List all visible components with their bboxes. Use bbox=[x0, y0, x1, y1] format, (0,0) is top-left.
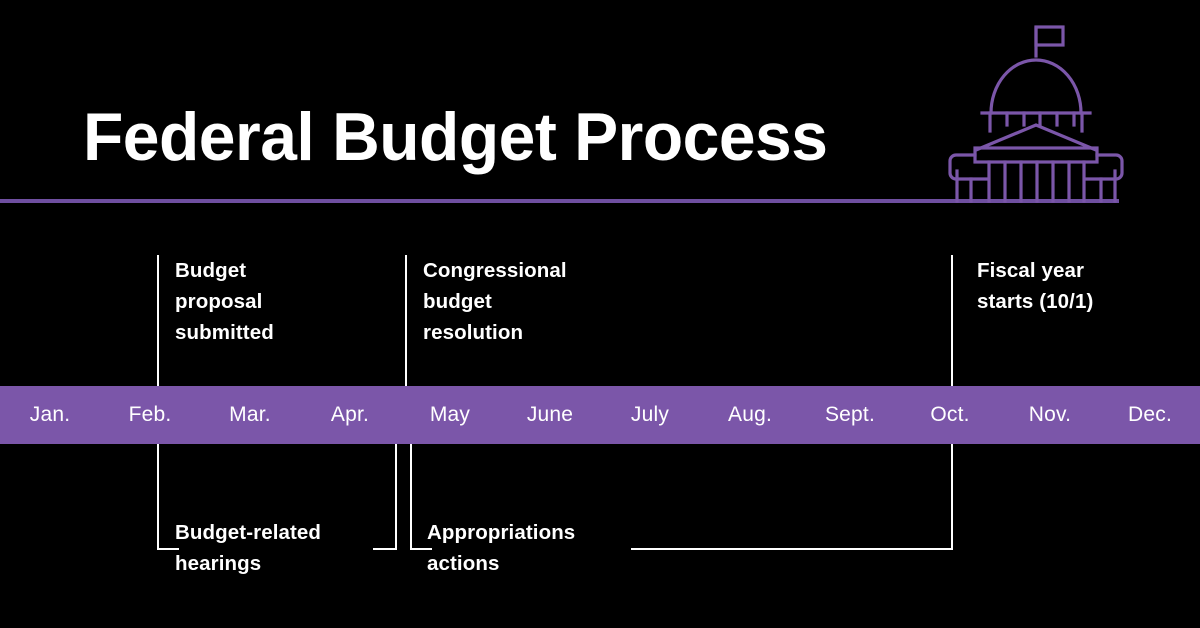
timeline-month-bar: Jan. Feb. Mar. Apr. May June July Aug. S… bbox=[0, 386, 1200, 444]
bracket-foot-right-budget-hearings bbox=[373, 548, 397, 550]
bracket-left-budget-hearings bbox=[157, 444, 159, 550]
month-cell-feb: Feb. bbox=[128, 403, 172, 426]
callout-appropriations-actions: Appropriations actions bbox=[427, 517, 575, 579]
callout-line-1: Congressional bbox=[423, 259, 567, 282]
bracket-base-appropriations bbox=[631, 548, 953, 550]
bracket-right-appropriations bbox=[951, 444, 953, 550]
callout-line-1: Budget-related bbox=[175, 521, 322, 544]
callout-budget-proposal-submitted: Budget proposal submitted bbox=[175, 255, 274, 348]
callout-budget-related-hearings: Budget-related hearings bbox=[175, 517, 321, 579]
callout-line-2: hearings bbox=[175, 552, 262, 575]
page-title: Federal Budget Process bbox=[83, 99, 828, 175]
capitol-building-icon bbox=[944, 18, 1128, 204]
callout-line-3: submitted bbox=[175, 321, 274, 344]
callout-line-3: resolution bbox=[423, 321, 524, 344]
infographic-canvas: Federal Budget Process Budget proposal s… bbox=[0, 0, 1200, 628]
callout-fiscal-year-starts: Fiscal year starts (10/1) bbox=[977, 255, 1093, 317]
callout-congressional-budget-resolution: Congressional budget resolution bbox=[423, 255, 567, 348]
callout-line-1: Budget bbox=[175, 259, 247, 282]
bracket-left-appropriations bbox=[410, 444, 412, 550]
connector-line-congressional-resolution bbox=[405, 255, 407, 386]
callout-line-1: Appropriations bbox=[427, 521, 576, 544]
month-cell-apr: Apr. bbox=[330, 403, 370, 426]
connector-line-budget-proposal bbox=[157, 255, 159, 386]
callout-line-1: Fiscal year bbox=[977, 259, 1085, 282]
month-cell-aug: Aug. bbox=[728, 403, 772, 426]
callout-line-2: budget bbox=[423, 290, 492, 313]
month-cell-june: June bbox=[526, 403, 574, 426]
month-cell-jan: Jan. bbox=[29, 403, 71, 426]
bracket-right-budget-hearings bbox=[395, 444, 397, 550]
month-cell-may: May bbox=[429, 403, 471, 426]
month-cell-mar: Mar. bbox=[229, 403, 271, 426]
month-cell-july: July bbox=[630, 403, 670, 426]
callout-line-2: actions bbox=[427, 552, 500, 575]
month-cell-dec: Dec. bbox=[1128, 403, 1172, 426]
callout-line-2: starts (10/1) bbox=[977, 290, 1094, 313]
month-cell-sept: Sept. bbox=[824, 403, 876, 426]
callout-line-2: proposal bbox=[175, 290, 263, 313]
connector-line-fiscal-year bbox=[951, 255, 953, 386]
month-cell-oct: Oct. bbox=[930, 403, 970, 426]
month-cell-nov: Nov. bbox=[1028, 403, 1072, 426]
